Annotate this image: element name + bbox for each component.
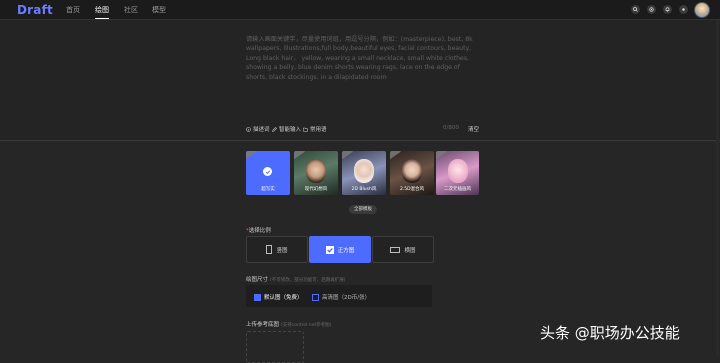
model-thumbnail xyxy=(354,159,374,183)
ratio-portrait[interactable]: 竖图 xyxy=(246,236,308,263)
check-icon xyxy=(263,167,272,176)
model-thumbnail xyxy=(402,159,422,183)
size-title: 绘图尺寸 (不可修改，部分功能可，后期再扩展) xyxy=(246,277,346,283)
nav-draw[interactable]: 绘图 xyxy=(95,5,109,19)
model-thumbnail xyxy=(448,159,468,183)
char-counter: 0/800 xyxy=(443,125,459,131)
avatar[interactable] xyxy=(694,2,710,18)
model-card-fantasy[interactable]: 现代幻想风 xyxy=(294,151,338,195)
info-icon xyxy=(246,126,251,132)
describe-label: 描述词 xyxy=(253,127,270,133)
landscape-icon xyxy=(390,246,401,253)
folder-icon xyxy=(303,127,308,132)
common-phrases-label: 常用语 xyxy=(310,127,327,133)
corner-tag xyxy=(342,151,353,161)
smart-input-tool[interactable]: 智能输入 xyxy=(272,125,301,133)
search-icon[interactable] xyxy=(631,5,640,14)
light-icon[interactable] xyxy=(679,5,688,14)
model-label: 2.5D混合风 xyxy=(399,187,425,192)
size-label: 默认图（免费） xyxy=(264,295,303,301)
smart-input-label: 智能输入 xyxy=(279,127,302,133)
size-option-default[interactable]: 默认图（免费） xyxy=(254,293,303,301)
model-card-realistic[interactable]: 超写实 xyxy=(246,151,290,195)
nav-models[interactable]: 模型 xyxy=(152,5,166,15)
model-label: 超写实 xyxy=(261,187,275,192)
ratio-title: *选择比例 xyxy=(246,228,271,234)
ratio-label: 横图 xyxy=(404,247,416,254)
app-logo[interactable]: Draft xyxy=(17,3,53,17)
checkbox-icon xyxy=(254,293,261,301)
watermark: 头条 @职场办公技能 xyxy=(540,324,680,342)
all-models-button[interactable]: 全部模板 xyxy=(349,205,377,214)
top-bar: Draft 首页 绘图 社区 模型 xyxy=(0,0,720,20)
scrollbar[interactable] xyxy=(716,20,719,355)
size-option-hd[interactable]: 高清图（2D币/张） xyxy=(312,293,370,301)
settings-icon[interactable] xyxy=(647,5,656,14)
ratio-label: 正方图 xyxy=(337,247,355,254)
common-phrases-tool[interactable]: 常用语 xyxy=(303,125,327,133)
ratio-landscape[interactable]: 横图 xyxy=(372,236,434,263)
nav-home[interactable]: 首页 xyxy=(66,5,80,15)
nav-community[interactable]: 社区 xyxy=(124,5,138,15)
corner-tag xyxy=(246,151,257,161)
bell-icon[interactable] xyxy=(663,5,672,14)
model-thumbnail xyxy=(306,159,326,183)
portrait-icon xyxy=(266,245,273,254)
checkbox-icon xyxy=(312,293,319,301)
model-card-2d-blush[interactable]: 2D Blush风 xyxy=(342,151,386,195)
corner-tag xyxy=(436,151,447,161)
size-options: 默认图（免费） 高清图（2D币/张） xyxy=(246,285,432,307)
upload-title: 上传参考底图 (支持control net参考图) xyxy=(246,322,332,328)
describe-tool[interactable]: 描述词 xyxy=(246,125,270,133)
checked-square-icon xyxy=(325,245,334,254)
model-card-anime[interactable]: 二次元插画风 xyxy=(436,151,479,195)
prompt-placeholder[interactable]: 请输入画面关键字，尽量使用词组，用逗号分隔，例如：(masterpiece), … xyxy=(246,35,482,82)
ratio-label: 竖图 xyxy=(276,247,288,254)
model-card-2-5d[interactable]: 2.5D混合风 xyxy=(390,151,434,195)
model-label: 2D Blush风 xyxy=(351,187,377,192)
upload-dropzone[interactable] xyxy=(246,331,304,363)
clear-button[interactable]: 清空 xyxy=(468,125,479,133)
size-label: 高清图（2D币/张） xyxy=(322,295,371,301)
corner-tag xyxy=(294,151,305,161)
ratio-square[interactable]: 正方图 xyxy=(309,236,371,263)
pencil-icon xyxy=(272,126,277,132)
corner-tag xyxy=(390,151,401,161)
model-label: 现代幻想风 xyxy=(304,187,328,192)
model-label: 二次元插画风 xyxy=(444,187,471,192)
